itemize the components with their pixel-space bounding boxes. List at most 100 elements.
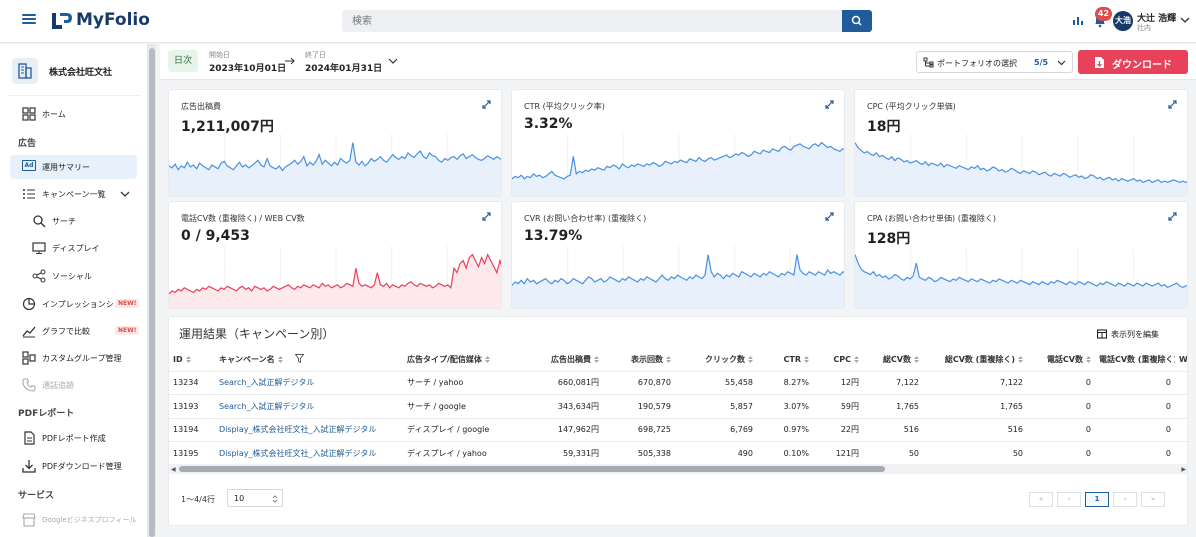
- sidebar-item-home[interactable]: ホーム: [18, 104, 140, 124]
- expand-icon[interactable]: [825, 212, 834, 221]
- search-button[interactable]: [842, 10, 872, 32]
- chevron-down-icon[interactable]: [1180, 16, 1190, 24]
- column-header-call-cv-dedup[interactable]: 電話CV数 (重複除く): [1095, 348, 1175, 372]
- chevron-down-icon[interactable]: [120, 190, 130, 198]
- metric-card-ad-spend: 広告出稿費 1,211,007円: [168, 89, 502, 197]
- app-name[interactable]: MyFolio: [76, 10, 150, 30]
- sidebar-item-display[interactable]: ディスプレイ: [18, 238, 140, 258]
- company-selector[interactable]: 株式会社旺文社: [12, 58, 140, 86]
- sidebar-item-google-business[interactable]: Googleビジネスプロフィール: [18, 510, 140, 530]
- search-icon: [851, 15, 862, 26]
- column-header-web-cv[interactable]: W: [1175, 348, 1187, 372]
- prev-page-button[interactable]: ‹: [1057, 492, 1081, 507]
- metric-title: CPA (お問い合わせ単価) (重複除く): [867, 214, 996, 223]
- start-date[interactable]: 2023年10月01日: [209, 61, 286, 74]
- section-heading-ads: 広告: [18, 139, 37, 149]
- menu-icon[interactable]: [22, 12, 36, 26]
- first-page-button[interactable]: «: [1029, 492, 1053, 507]
- scroll-left-arrow-icon[interactable]: ◀: [171, 466, 176, 473]
- sidebar-item-pdf-download[interactable]: PDFダウンロード管理: [18, 456, 140, 476]
- sidebar-item-call-tracking[interactable]: 通話追跡: [18, 375, 140, 395]
- sidebar-item-campaign-list[interactable]: キャンペーン一覧: [18, 184, 140, 204]
- download-button[interactable]: ダウンロード: [1078, 50, 1188, 74]
- portfolio-select[interactable]: ポートフォリオの選択 5/5: [916, 51, 1073, 73]
- grid-icon: [22, 107, 36, 121]
- page-button[interactable]: 1: [1085, 492, 1109, 507]
- sidebar-item-social[interactable]: ソーシャル: [18, 266, 140, 286]
- expand-icon[interactable]: [1168, 100, 1177, 109]
- table-row: 13195 Display_株式会社旺文社_入試正解デジタル ディスプレイ / …: [169, 441, 1187, 466]
- company-name: 株式会社旺文社: [49, 68, 113, 78]
- list-icon: [23, 189, 35, 199]
- bar-chart-icon[interactable]: [1072, 14, 1084, 26]
- cell-ctr: 0.10%: [757, 441, 813, 466]
- expand-icon[interactable]: [482, 212, 491, 221]
- column-header-total-cv[interactable]: 総CV数: [863, 348, 923, 372]
- campaign-link[interactable]: Display_株式会社旺文社_入試正解デジタル: [215, 441, 403, 466]
- cell-ad-type: ディスプレイ / google: [403, 418, 523, 442]
- metric-card-cpc: CPC (平均クリック単価) 18円: [854, 89, 1188, 197]
- sidebar-item-ops-summary[interactable]: Ad 運用サマリー: [10, 155, 137, 179]
- filter-icon[interactable]: [294, 353, 305, 363]
- sidebar-item-search[interactable]: サーチ: [18, 211, 140, 231]
- expand-icon[interactable]: [1168, 212, 1177, 221]
- cell-web-cv: [1175, 441, 1187, 466]
- sparkline-cvr: [512, 246, 844, 308]
- sparkline-ctr: [512, 134, 844, 196]
- column-header-cpc[interactable]: CPC: [813, 348, 863, 372]
- cell-cpc: 121円: [813, 441, 863, 466]
- sidebar-item-label: ホーム: [42, 110, 66, 119]
- column-header-campaign-name[interactable]: キャンペーン名: [215, 348, 403, 372]
- expand-icon[interactable]: [825, 100, 834, 109]
- next-page-button[interactable]: ›: [1113, 492, 1137, 507]
- column-header-ad-spend[interactable]: 広告出稿費: [523, 348, 603, 372]
- sidebar-item-graph-compare[interactable]: グラフで比較 NEW!: [18, 321, 140, 341]
- myfolio-logo-icon[interactable]: [50, 11, 74, 31]
- cell-call-cv: 0: [1027, 418, 1095, 442]
- sidebar-item-label: グラフで比較: [42, 327, 90, 336]
- portfolio-count: 5/5: [1034, 58, 1049, 67]
- column-header-id[interactable]: ID: [169, 348, 215, 372]
- column-header-ctr[interactable]: CTR: [757, 348, 813, 372]
- last-page-button[interactable]: »: [1141, 492, 1165, 507]
- cell-total-cv-dedup: 50: [923, 441, 1027, 466]
- search-icon: [33, 215, 46, 228]
- metric-card-ctr: CTR (平均クリック率) 3.32%: [511, 89, 845, 197]
- cell-total-cv: 1,765: [863, 394, 923, 419]
- search-input[interactable]: [342, 10, 842, 32]
- campaign-link[interactable]: Display_株式会社旺文社_入試正解デジタル: [215, 418, 403, 442]
- expand-icon[interactable]: [482, 100, 491, 109]
- sort-icon: [277, 355, 283, 363]
- granularity-toggle[interactable]: 日次: [168, 50, 198, 72]
- avatar[interactable]: 大浩: [1113, 11, 1133, 31]
- ad-icon: Ad: [22, 160, 36, 174]
- sort-icon: [1086, 355, 1091, 363]
- section-heading-service: サービス: [18, 491, 55, 501]
- metric-value: 18円: [867, 119, 901, 135]
- rows-per-page-select[interactable]: 10: [227, 489, 283, 507]
- sidebar-scrollbar[interactable]: [148, 44, 156, 537]
- metric-title: CVR (お問い合わせ率) (重複除く): [524, 214, 647, 223]
- metric-card-cv-count: 電話CV数 (重複除く) / WEB CV数 0 / 9,453: [168, 201, 502, 309]
- table-horizontal-scrollbar[interactable]: ◀ ▶: [169, 464, 1187, 474]
- column-header-clicks[interactable]: クリック数: [675, 348, 757, 372]
- sidebar-item-label: ディスプレイ: [52, 244, 100, 253]
- column-header-impressions[interactable]: 表示回数: [603, 348, 675, 372]
- chevron-down-icon[interactable]: [388, 57, 398, 65]
- cell-id: 13234: [169, 371, 215, 395]
- scroll-right-arrow-icon[interactable]: ▶: [1181, 466, 1186, 473]
- sidebar-item-impression-share[interactable]: インプレッションシェ NEW!: [18, 294, 140, 314]
- campaign-link[interactable]: Search_入試正解デジタル: [215, 371, 403, 395]
- column-header-call-cv[interactable]: 電話CV数: [1027, 348, 1095, 372]
- scrollbar-thumb[interactable]: [179, 466, 885, 472]
- cell-call-cv-dedup: 0: [1095, 418, 1175, 442]
- sparkline-cpc: [855, 134, 1187, 196]
- sidebar-item-pdf-create[interactable]: PDFレポート作成: [18, 428, 140, 448]
- column-header-ad-type[interactable]: 広告タイプ/配信媒体: [403, 348, 523, 372]
- sidebar-item-custom-group[interactable]: カスタムグループ管理: [18, 348, 140, 368]
- end-date[interactable]: 2024年01月31日: [305, 61, 382, 74]
- cell-total-cv: 516: [863, 418, 923, 442]
- sparkline-cpa: [855, 246, 1187, 308]
- column-header-total-cv-dedup[interactable]: 総CV数 (重複除く): [923, 348, 1027, 372]
- campaign-link[interactable]: Search_入試正解デジタル: [215, 394, 403, 419]
